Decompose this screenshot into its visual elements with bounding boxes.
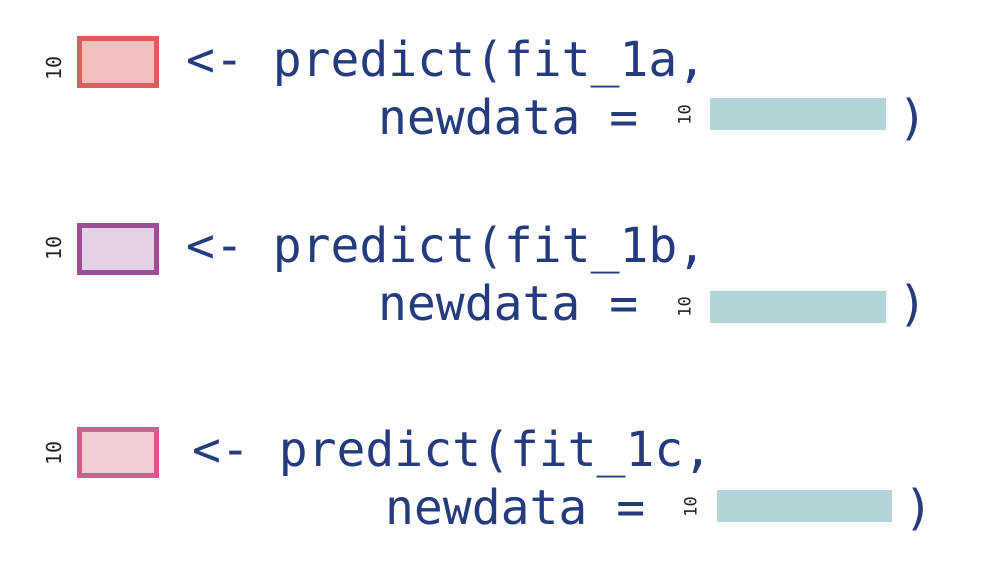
output-vector-box <box>77 223 159 275</box>
predict-call-line: <- predict(fit_1a, <box>186 32 707 88</box>
close-paren: ) <box>898 90 927 146</box>
newdata-rows-label: 10 <box>675 296 696 317</box>
close-paren: ) <box>898 276 927 332</box>
output-rows-label: 10 <box>42 55 67 81</box>
predict-call-line: <- predict(fit_1b, <box>186 218 707 274</box>
newdata-frame-bar <box>710 98 886 130</box>
predict-call-line: <- predict(fit_1c, <box>192 422 713 478</box>
newdata-argument: newdata = <box>378 90 639 146</box>
newdata-rows-label: 10 <box>681 496 702 517</box>
newdata-frame-bar <box>710 291 886 323</box>
newdata-frame-bar <box>717 490 892 522</box>
output-vector-box <box>77 36 159 88</box>
newdata-rows-label: 10 <box>675 104 696 125</box>
output-vector-box <box>77 427 159 478</box>
output-rows-label: 10 <box>42 235 67 261</box>
close-paren: ) <box>904 480 933 536</box>
newdata-argument: newdata = <box>385 480 646 536</box>
output-rows-label: 10 <box>42 440 67 466</box>
newdata-argument: newdata = <box>378 276 639 332</box>
